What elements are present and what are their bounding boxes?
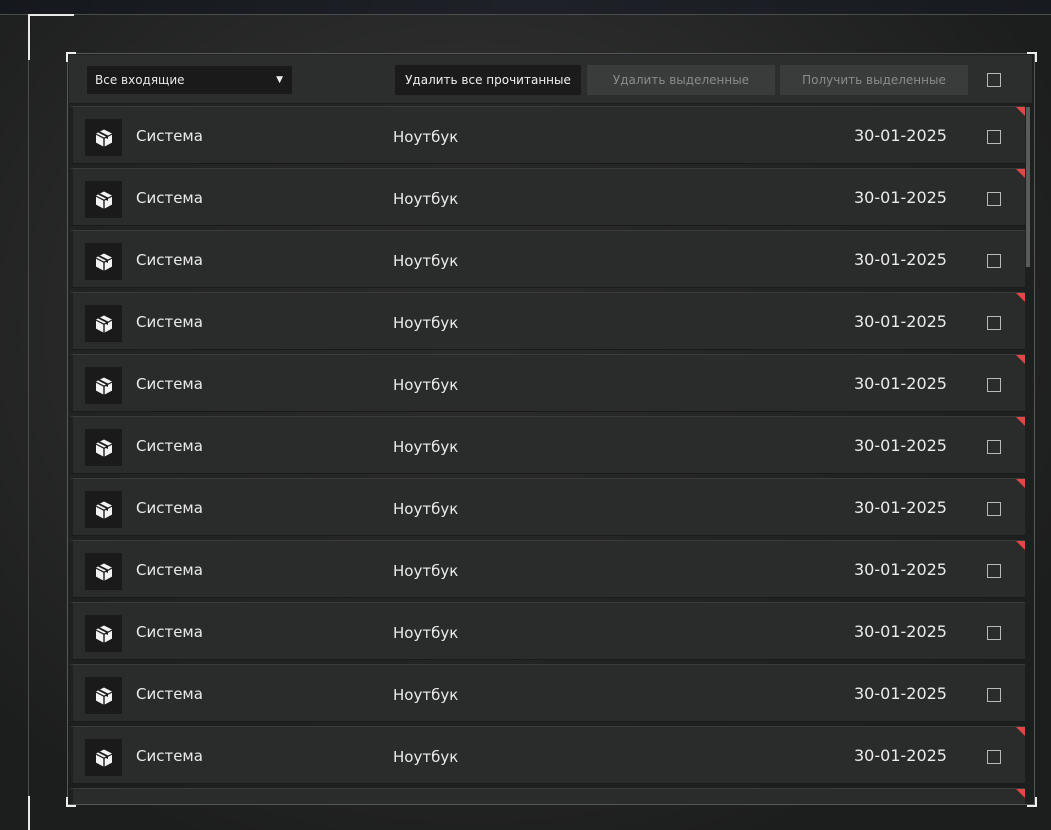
message-row[interactable]: Система Ноутбук 30-01-2025 — [69, 602, 1025, 660]
message-row[interactable]: Система Ноутбук 30-01-2025 — [69, 416, 1025, 474]
panel-corner — [1027, 797, 1037, 807]
message-row[interactable]: Система Ноутбук 30-01-2025 — [69, 230, 1025, 288]
message-subject: Ноутбук — [393, 748, 459, 766]
message-checkbox[interactable] — [987, 316, 1001, 330]
message-subject: Ноутбук — [393, 686, 459, 704]
message-checkbox[interactable] — [987, 378, 1001, 392]
message-row[interactable]: Система Ноутбук 30-01-2025 — [69, 540, 1025, 598]
package-icon — [85, 491, 122, 528]
message-list: Система Ноутбук 30-01-2025 Система Ноутбук 30… — [69, 104, 1025, 804]
package-icon — [85, 119, 122, 156]
top-bar — [0, 0, 1051, 15]
frame-line — [28, 60, 29, 800]
message-date: 30-01-2025 — [854, 684, 947, 703]
unread-marker — [1016, 355, 1025, 364]
message-subject: Ноутбук — [393, 314, 459, 332]
unread-marker — [1016, 293, 1025, 302]
message-row[interactable]: Система Ноутбук 30-01-2025 — [69, 726, 1025, 784]
message-sender: Система — [136, 561, 203, 579]
message-checkbox[interactable] — [987, 626, 1001, 640]
message-subject: Ноутбук — [393, 190, 459, 208]
frame-corner — [28, 14, 74, 16]
unread-marker — [1016, 107, 1025, 116]
package-icon — [85, 615, 122, 652]
delete-all-read-button[interactable]: Удалить все прочитанные — [395, 65, 581, 95]
message-checkbox[interactable] — [987, 750, 1001, 764]
package-icon — [85, 305, 122, 342]
message-checkbox[interactable] — [987, 502, 1001, 516]
message-sender: Система — [136, 685, 203, 703]
message-sender: Система — [136, 747, 203, 765]
message-sender: Система — [136, 375, 203, 393]
message-date: 30-01-2025 — [854, 188, 947, 207]
message-row[interactable]: Система Ноутбук 30-01-2025 — [69, 168, 1025, 226]
message-row[interactable]: Система Ноутбук 30-01-2025 — [69, 354, 1025, 412]
message-date: 30-01-2025 — [854, 250, 947, 269]
package-icon — [85, 553, 122, 590]
unread-marker — [1016, 169, 1025, 178]
package-icon — [85, 429, 122, 466]
message-subject: Ноутбук — [393, 128, 459, 146]
unread-marker — [1016, 541, 1025, 550]
message-row[interactable]: Система Ноутбук 30-01-2025 — [69, 478, 1025, 536]
message-subject: Ноутбук — [393, 252, 459, 270]
message-sender: Система — [136, 251, 203, 269]
dropdown-arrow-icon: ▼ — [276, 75, 283, 85]
message-subject: Ноутбук — [393, 438, 459, 456]
message-checkbox[interactable] — [987, 192, 1001, 206]
scrollbar[interactable] — [1026, 107, 1030, 267]
message-checkbox[interactable] — [987, 254, 1001, 268]
panel-corner — [66, 52, 76, 62]
unread-marker — [1016, 479, 1025, 488]
message-subject: Ноутбук — [393, 562, 459, 580]
mail-filter-value: Все входящие — [95, 73, 185, 87]
message-sender: Система — [136, 189, 203, 207]
message-subject: Ноутбук — [393, 376, 459, 394]
package-icon — [85, 243, 122, 280]
message-sender: Система — [136, 437, 203, 455]
message-date: 30-01-2025 — [854, 312, 947, 331]
message-sender: Система — [136, 623, 203, 641]
message-row[interactable]: Система Ноутбук 30-01-2025 — [69, 106, 1025, 164]
unread-marker — [1016, 727, 1025, 736]
message-row[interactable]: Система Ноутбук 30-01-2025 — [69, 664, 1025, 722]
message-checkbox[interactable] — [987, 564, 1001, 578]
package-icon — [85, 367, 122, 404]
panel-corner — [66, 797, 76, 807]
message-date: 30-01-2025 — [854, 374, 947, 393]
select-all-checkbox[interactable] — [987, 73, 1001, 87]
frame-corner — [28, 14, 30, 60]
package-icon — [85, 181, 122, 218]
message-subject: Ноутбук — [393, 500, 459, 518]
receive-selected-button[interactable]: Получить выделенные — [780, 65, 968, 95]
message-sender: Система — [136, 499, 203, 517]
package-icon — [85, 739, 122, 776]
delete-selected-button[interactable]: Удалить выделенные — [587, 65, 775, 95]
mail-panel: Все входящие ▼ Удалить все прочитанные У… — [67, 53, 1035, 805]
message-date: 30-01-2025 — [854, 560, 947, 579]
message-checkbox[interactable] — [987, 130, 1001, 144]
message-checkbox[interactable] — [987, 688, 1001, 702]
message-date: 30-01-2025 — [854, 622, 947, 641]
message-subject: Ноутбук — [393, 624, 459, 642]
message-date: 30-01-2025 — [854, 436, 947, 455]
package-icon — [85, 677, 122, 714]
unread-marker — [1016, 417, 1025, 426]
message-checkbox[interactable] — [987, 440, 1001, 454]
panel-corner — [1027, 52, 1037, 62]
mail-toolbar: Все входящие ▼ Удалить все прочитанные У… — [69, 55, 1032, 104]
mail-filter-dropdown[interactable]: Все входящие ▼ — [87, 66, 292, 94]
unread-marker — [1016, 789, 1025, 798]
message-date: 30-01-2025 — [854, 498, 947, 517]
message-sender: Система — [136, 127, 203, 145]
message-sender: Система — [136, 313, 203, 331]
message-date: 30-01-2025 — [854, 746, 947, 765]
frame-corner — [28, 796, 30, 830]
message-row[interactable] — [69, 788, 1025, 804]
message-row[interactable]: Система Ноутбук 30-01-2025 — [69, 292, 1025, 350]
message-date: 30-01-2025 — [854, 126, 947, 145]
